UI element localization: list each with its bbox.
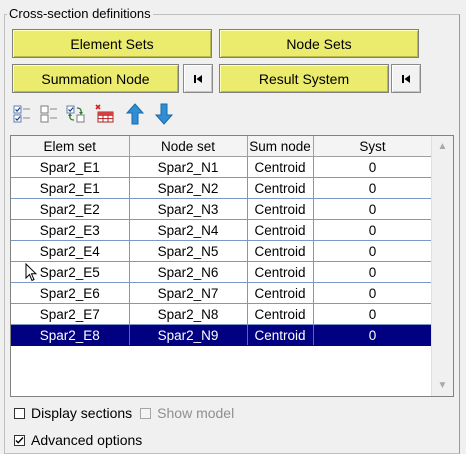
node-sets-button[interactable]: Node Sets	[219, 29, 419, 58]
table-row[interactable]: Spar2_E5 Spar2_N6 Centroid 0	[11, 261, 433, 283]
group-title: Cross-section definitions	[7, 6, 153, 22]
advanced-options-label[interactable]: Advanced options	[31, 432, 142, 448]
table-row[interactable]: Spar2_E2 Spar2_N3 Centroid 0	[11, 198, 433, 220]
skip-to-start-icon	[194, 74, 202, 83]
column-header-node-set[interactable]: Node set	[129, 136, 248, 157]
display-sections-label[interactable]: Display sections	[31, 405, 132, 421]
cell-sum-node[interactable]: Centroid	[247, 219, 314, 241]
cell-node-set[interactable]: Spar2_N3	[129, 198, 248, 220]
display-sections-checkbox[interactable]	[14, 407, 25, 419]
cell-node-set[interactable]: Spar2_N2	[129, 177, 248, 199]
check-all-icon[interactable]	[11, 103, 33, 125]
cell-syst[interactable]: 0	[313, 324, 433, 346]
delete-table-icon[interactable]	[93, 103, 115, 125]
cell-node-set[interactable]: Spar2_N8	[129, 303, 248, 325]
vertical-scrollbar[interactable]: ▲ ▼	[431, 136, 453, 396]
swap-check-icon[interactable]	[65, 103, 87, 125]
cell-syst[interactable]: 0	[313, 177, 433, 199]
table-row[interactable]: Spar2_E3 Spar2_N4 Centroid 0	[11, 219, 433, 241]
cell-node-set[interactable]: Spar2_N6	[129, 261, 248, 283]
result-system-button[interactable]: Result System	[219, 64, 389, 93]
cell-sum-node[interactable]: Centroid	[247, 303, 314, 325]
table-row[interactable]: Spar2_E1 Spar2_N1 Centroid 0	[11, 156, 433, 178]
table-row[interactable]: Spar2_E7 Spar2_N8 Centroid 0	[11, 303, 433, 325]
table-row[interactable]: Spar2_E8 Spar2_N9 Centroid 0	[11, 324, 433, 346]
cell-elem-set[interactable]: Spar2_E1	[11, 156, 130, 178]
advanced-options-checkbox[interactable]	[14, 434, 25, 446]
cell-sum-node[interactable]: Centroid	[247, 261, 314, 283]
cell-elem-set[interactable]: Spar2_E6	[11, 282, 130, 304]
cell-elem-set[interactable]: Spar2_E7	[11, 303, 130, 325]
advanced-options-row: Advanced options	[14, 432, 142, 448]
element-sets-button[interactable]: Element Sets	[12, 29, 212, 58]
move-up-icon[interactable]	[124, 103, 146, 125]
column-header-syst[interactable]: Syst	[313, 136, 433, 157]
summation-node-reset-button[interactable]	[183, 64, 213, 93]
mouse-cursor-icon	[25, 263, 37, 282]
options-row: Display sections Show model	[14, 405, 234, 421]
cross-section-table[interactable]: Elem set Node set Sum node Syst Spar2_E1…	[10, 135, 454, 397]
uncheck-all-icon[interactable]	[38, 103, 60, 125]
table-row[interactable]: Spar2_E4 Spar2_N5 Centroid 0	[11, 240, 433, 262]
cell-syst[interactable]: 0	[313, 156, 433, 178]
cell-elem-set[interactable]: Spar2_E8	[11, 324, 130, 346]
show-model-checkbox	[140, 407, 152, 419]
cell-sum-node[interactable]: Centroid	[247, 177, 314, 199]
skip-to-start-icon	[402, 74, 410, 83]
cell-node-set[interactable]: Spar2_N1	[129, 156, 248, 178]
cell-sum-node[interactable]: Centroid	[247, 282, 314, 304]
scroll-down-button[interactable]: ▼	[432, 375, 453, 396]
table-row[interactable]: Spar2_E1 Spar2_N2 Centroid 0	[11, 177, 433, 199]
column-header-sum-node[interactable]: Sum node	[247, 136, 314, 157]
result-system-reset-button[interactable]	[391, 64, 421, 93]
move-down-icon[interactable]	[153, 103, 175, 125]
cell-node-set[interactable]: Spar2_N9	[129, 324, 248, 346]
scroll-up-button[interactable]: ▲	[432, 136, 453, 157]
table-header-row: Elem set Node set Sum node Syst	[11, 136, 433, 157]
cell-sum-node[interactable]: Centroid	[247, 156, 314, 178]
column-header-elem-set[interactable]: Elem set	[11, 136, 130, 157]
cell-node-set[interactable]: Spar2_N7	[129, 282, 248, 304]
cell-elem-set[interactable]: Spar2_E4	[11, 240, 130, 262]
cell-node-set[interactable]: Spar2_N5	[129, 240, 248, 262]
cell-syst[interactable]: 0	[313, 261, 433, 283]
table-grid: Elem set Node set Sum node Syst Spar2_E1…	[11, 136, 433, 346]
summation-node-button[interactable]: Summation Node	[12, 64, 179, 93]
cell-elem-set[interactable]: Spar2_E3	[11, 219, 130, 241]
show-model-label: Show model	[157, 405, 235, 421]
cell-sum-node[interactable]: Centroid	[247, 324, 314, 346]
cell-syst[interactable]: 0	[313, 282, 433, 304]
cell-elem-set[interactable]: Spar2_E2	[11, 198, 130, 220]
cell-syst[interactable]: 0	[313, 240, 433, 262]
cell-syst[interactable]: 0	[313, 219, 433, 241]
cell-sum-node[interactable]: Centroid	[247, 240, 314, 262]
table-row[interactable]: Spar2_E6 Spar2_N7 Centroid 0	[11, 282, 433, 304]
cell-elem-set[interactable]: Spar2_E1	[11, 177, 130, 199]
cell-syst[interactable]: 0	[313, 303, 433, 325]
cell-node-set[interactable]: Spar2_N4	[129, 219, 248, 241]
cell-sum-node[interactable]: Centroid	[247, 198, 314, 220]
cell-syst[interactable]: 0	[313, 198, 433, 220]
